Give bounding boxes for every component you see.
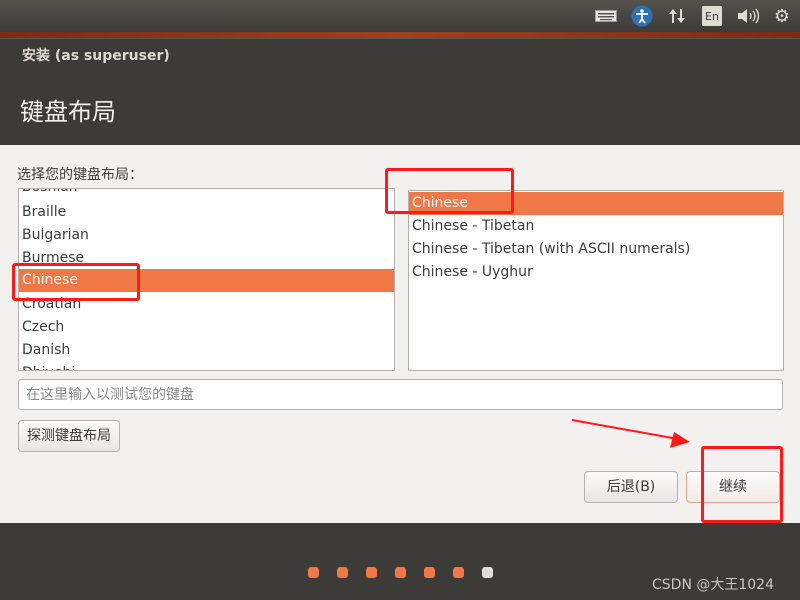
list-item[interactable]: Dhivehi	[19, 362, 394, 370]
progress-dot	[308, 567, 319, 578]
volume-icon[interactable]	[736, 6, 760, 26]
variant-list[interactable]: Chinese Chinese - Tibetan Chinese - Tibe…	[408, 190, 784, 371]
progress-dot	[482, 567, 493, 578]
page-title: 键盘布局	[20, 98, 116, 126]
progress-dot	[337, 567, 348, 578]
progress-dot	[424, 567, 435, 578]
detect-layout-button[interactable]: 探测键盘布局	[18, 420, 120, 452]
list-item[interactable]: Braille	[19, 201, 394, 224]
list-item[interactable]: Bosnian	[19, 189, 394, 199]
window-title: 安装 (as superuser)	[22, 48, 170, 64]
layout-prompt: 选择您的键盘布局：	[17, 167, 143, 183]
list-item[interactable]: Danish	[19, 339, 394, 362]
power-gear-icon[interactable]: ⚙	[772, 6, 792, 27]
variant-item[interactable]: Chinese - Tibetan (with ASCII numerals)	[409, 238, 783, 261]
progress-dot	[366, 567, 377, 578]
variant-item[interactable]: Chinese - Tibetan	[409, 215, 783, 238]
annotation-box-layout	[12, 263, 140, 301]
back-button[interactable]: 后退(B)	[584, 471, 678, 503]
annotation-box-continue	[701, 446, 783, 523]
list-item[interactable]: Czech	[19, 316, 394, 339]
network-icon[interactable]	[667, 6, 687, 26]
progress-dot	[395, 567, 406, 578]
language-indicator[interactable]: En	[702, 6, 722, 26]
variant-item[interactable]: Chinese - Uyghur	[409, 261, 783, 284]
annotation-arrow	[571, 419, 690, 448]
keyboard-icon[interactable]	[594, 6, 618, 26]
keyboard-test-input[interactable]: 在这里输入以测试您的键盘	[18, 379, 783, 410]
list-item[interactable]: Bulgarian	[19, 224, 394, 247]
top-panel: En ⚙	[0, 0, 800, 32]
progress-dot	[453, 567, 464, 578]
watermark: CSDN @大王1024	[652, 577, 774, 593]
accessibility-icon[interactable]	[631, 5, 653, 27]
annotation-box-variant	[385, 168, 514, 214]
